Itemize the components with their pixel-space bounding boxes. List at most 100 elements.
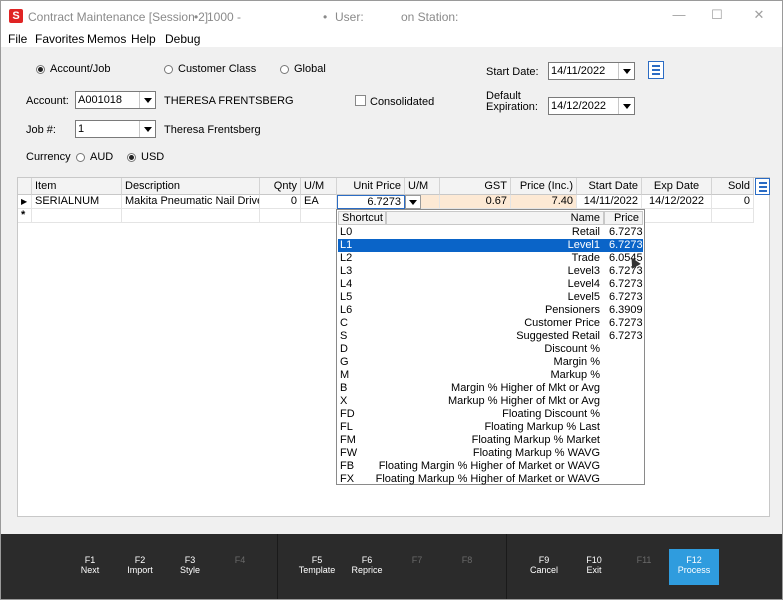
price-level-dropdown[interactable]: Shortcut Name Price L0 Retail 6.7273 L1 Leve… xyxy=(336,209,645,485)
cell-price-inc[interactable]: 7.40 xyxy=(511,195,577,209)
account-label: Account: xyxy=(26,95,69,107)
price-level-option[interactable]: L2 Trade 6.0545 xyxy=(338,252,643,265)
price-level-option[interactable]: L0 Retail 6.7273 xyxy=(338,226,643,239)
price-level-option[interactable]: M Markup % xyxy=(338,369,643,382)
global-label: Global xyxy=(294,63,326,75)
option-shortcut: M xyxy=(340,369,350,381)
chevron-down-icon[interactable] xyxy=(618,98,634,114)
fkey-f5-button[interactable]: F5 Template xyxy=(292,549,342,585)
option-shortcut: L5 xyxy=(340,291,353,303)
fkey-f10-button[interactable]: F10 Exit xyxy=(569,549,619,585)
price-level-option[interactable]: FX Floating Markup % Higher of Market or … xyxy=(338,473,643,486)
fkey-f12-button[interactable]: F12 Process xyxy=(669,549,719,585)
fkey-f9-button[interactable]: F9 Cancel xyxy=(519,549,569,585)
title-separator: • xyxy=(323,10,328,24)
option-shortcut: FL xyxy=(340,421,353,433)
cell-um[interactable]: EA xyxy=(301,195,337,209)
fkey-label: Template xyxy=(298,565,336,575)
col-um[interactable]: U/M xyxy=(301,178,337,195)
function-key-bar: F1 Next F2 Import F3 Style F4 F5 Template F6 Repri… xyxy=(1,534,782,599)
fkey-separator xyxy=(277,534,278,599)
job-combo[interactable]: 1 xyxy=(75,120,156,138)
fkey-f2-button[interactable]: F2 Import xyxy=(115,549,165,585)
usd-radio[interactable] xyxy=(127,153,136,162)
col-price-inc[interactable]: Price (Inc.) xyxy=(511,178,577,195)
cell-exp-date[interactable]: 14/12/2022 xyxy=(642,195,712,209)
fkey-f1-button[interactable]: F1 Next xyxy=(65,549,115,585)
cell-gst[interactable]: 0.67 xyxy=(440,195,511,209)
col-exp-date[interactable]: Exp Date xyxy=(642,178,712,195)
price-level-option[interactable]: S Suggested Retail 6.7273 xyxy=(338,330,643,343)
currency-label: Currency xyxy=(26,151,71,163)
global-radio[interactable] xyxy=(280,65,289,74)
price-level-option[interactable]: X Markup % Higher of Mkt or Avg xyxy=(338,395,643,408)
minimize-icon[interactable]: — xyxy=(671,7,687,23)
new-cell-sold[interactable] xyxy=(712,209,754,223)
fkey-f8-button: F8 xyxy=(442,549,492,585)
menu-favorites[interactable]: Favorites xyxy=(35,32,84,46)
price-level-option[interactable]: B Margin % Higher of Mkt or Avg xyxy=(338,382,643,395)
cell-item[interactable]: SERIALNUM xyxy=(32,195,122,209)
price-level-option[interactable]: FD Floating Discount % xyxy=(338,408,643,421)
price-level-option[interactable]: L6 Pensioners 6.3909 xyxy=(338,304,643,317)
new-cell-um[interactable] xyxy=(301,209,337,223)
cell-qnty[interactable]: 0 xyxy=(260,195,301,209)
column-chooser-icon[interactable] xyxy=(755,178,770,195)
chevron-down-icon[interactable] xyxy=(139,92,155,108)
menu-debug[interactable]: Debug xyxy=(165,32,200,46)
price-level-option[interactable]: L1 Level1 6.7273 xyxy=(338,239,643,252)
fkey-f6-button[interactable]: F6 Reprice xyxy=(342,549,392,585)
chevron-down-icon[interactable] xyxy=(618,63,634,79)
expiration-date-picker[interactable]: 14/12/2022 xyxy=(548,97,635,115)
consolidated-checkbox[interactable] xyxy=(355,95,366,106)
price-level-option[interactable]: L5 Level5 6.7273 xyxy=(338,291,643,304)
fkey-f3-button[interactable]: F3 Style xyxy=(165,549,215,585)
option-name: Floating Margin % Higher of Market or WA… xyxy=(378,460,600,472)
cell-sold[interactable]: 0 xyxy=(712,195,754,209)
col-qnty[interactable]: Qnty xyxy=(260,178,301,195)
new-cell-description[interactable] xyxy=(122,209,260,223)
menu-list-icon[interactable] xyxy=(648,61,664,79)
job-name: Theresa Frentsberg xyxy=(164,124,261,136)
maximize-icon[interactable]: ☐ xyxy=(709,7,725,23)
col-gst[interactable]: GST xyxy=(440,178,511,195)
price-level-option[interactable]: FB Floating Margin % Higher of Market or … xyxy=(338,460,643,473)
row-selector-header xyxy=(18,178,32,195)
consolidated-label: Consolidated xyxy=(370,96,435,108)
price-level-option[interactable]: FW Floating Markup % WAVG xyxy=(338,447,643,460)
close-icon[interactable]: ✕ xyxy=(751,7,767,23)
new-cell-item[interactable] xyxy=(32,209,122,223)
unit-price-editor[interactable]: 6.7273 xyxy=(337,195,405,209)
price-level-option[interactable]: C Customer Price 6.7273 xyxy=(338,317,643,330)
price-level-option[interactable]: L4 Level4 6.7273 xyxy=(338,278,643,291)
cell-price-um[interactable] xyxy=(421,195,440,209)
col-price-um[interactable]: U/M xyxy=(405,178,440,195)
menu-memos[interactable]: Memos xyxy=(87,32,126,46)
chevron-down-icon[interactable] xyxy=(139,121,155,137)
price-level-option[interactable]: FM Floating Markup % Market xyxy=(338,434,643,447)
menu-help[interactable]: Help xyxy=(131,32,156,46)
fkey-f11-button: F11 xyxy=(619,549,669,585)
menu-file[interactable]: File xyxy=(8,32,27,46)
start-date-picker[interactable]: 14/11/2022 xyxy=(548,62,635,80)
fkey-label: Import xyxy=(127,565,153,575)
new-cell-qnty[interactable] xyxy=(260,209,301,223)
fkey-code: F7 xyxy=(411,555,423,565)
col-description[interactable]: Description xyxy=(122,178,260,195)
price-level-option[interactable]: D Discount % xyxy=(338,343,643,356)
col-sold[interactable]: Sold xyxy=(712,178,754,195)
col-unit-price[interactable]: Unit Price xyxy=(337,178,405,195)
unit-price-dropdown-button[interactable] xyxy=(405,195,421,209)
customer-class-radio[interactable] xyxy=(164,65,173,74)
new-cell-exp-date[interactable] xyxy=(642,209,712,223)
cell-description[interactable]: Makita Pneumatic Nail Driver xyxy=(122,195,260,209)
account-combo[interactable]: A001018 xyxy=(75,91,156,109)
col-item[interactable]: Item xyxy=(32,178,122,195)
aud-radio[interactable] xyxy=(76,153,85,162)
cell-start-date[interactable]: 14/11/2022 xyxy=(577,195,642,209)
account-job-radio[interactable] xyxy=(36,65,45,74)
col-start-date[interactable]: Start Date xyxy=(577,178,642,195)
price-level-option[interactable]: G Margin % xyxy=(338,356,643,369)
price-level-option[interactable]: FL Floating Markup % Last xyxy=(338,421,643,434)
price-level-option[interactable]: L3 Level3 6.7273 xyxy=(338,265,643,278)
